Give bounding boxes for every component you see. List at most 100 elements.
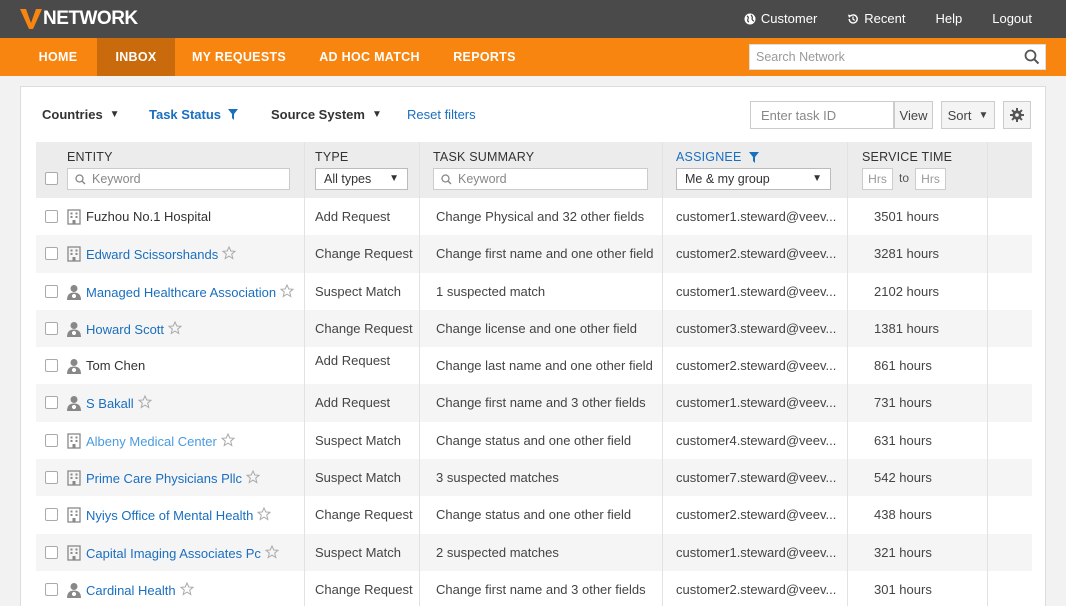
task-id-input[interactable] bbox=[751, 102, 891, 128]
customer-link[interactable]: Customer bbox=[744, 11, 817, 26]
row-checkbox[interactable] bbox=[45, 210, 58, 223]
tab-inbox[interactable]: INBOX bbox=[97, 38, 175, 76]
row-checkbox[interactable] bbox=[45, 582, 58, 596]
select-all-checkbox[interactable] bbox=[45, 172, 58, 185]
star-icon[interactable] bbox=[264, 544, 280, 562]
assignee-select[interactable]: Me & my group ▼ bbox=[676, 168, 831, 190]
table-row[interactable]: Capital Imaging Associates Pc Suspect Mat… bbox=[36, 533, 1032, 571]
service-time: 542 hours bbox=[874, 470, 932, 486]
task-assignee: customer1.steward@veev... bbox=[676, 209, 837, 224]
table-row[interactable]: S Bakall Add Request Change first name and… bbox=[36, 384, 1032, 422]
tab-my-requests[interactable]: MY REQUESTS bbox=[176, 38, 302, 76]
table-row[interactable]: Cardinal Health Change Request Change firs… bbox=[36, 570, 1032, 606]
tab-home[interactable]: HOME bbox=[20, 38, 96, 76]
row-checkbox[interactable] bbox=[45, 321, 58, 335]
service-time-min-input[interactable]: Hrs bbox=[862, 168, 893, 190]
column-divider bbox=[847, 198, 848, 236]
service-time: 3281 hours bbox=[874, 246, 940, 262]
summary-column-header[interactable]: TASK SUMMARY bbox=[433, 150, 534, 164]
column-divider bbox=[847, 459, 848, 497]
entity-name-text: Fuzhou No.1 Hospital bbox=[86, 209, 212, 224]
row-checkbox[interactable] bbox=[45, 545, 58, 559]
entity-name[interactable]: Albeny Medical Center bbox=[86, 432, 236, 450]
star-icon[interactable] bbox=[221, 246, 237, 263]
search-icon[interactable] bbox=[1024, 49, 1040, 65]
task-status-filter[interactable]: Task Status bbox=[149, 107, 239, 122]
logout-link[interactable]: Logout bbox=[992, 11, 1032, 26]
logout-label: Logout bbox=[992, 11, 1032, 26]
person-icon bbox=[66, 321, 82, 337]
star-icon[interactable] bbox=[220, 432, 236, 450]
table-row[interactable]: Howard Scott Change Request Change license… bbox=[36, 309, 1032, 348]
view-button[interactable]: View bbox=[894, 101, 933, 129]
table-row[interactable]: Fuzhou No.1 Hospital Add Request Change Ph… bbox=[36, 198, 1032, 236]
task-summary: Change status and one other field bbox=[436, 432, 632, 448]
recent-link[interactable]: Recent bbox=[847, 11, 905, 26]
service-time: 731 hours bbox=[874, 395, 932, 411]
type-select[interactable]: All types ▼ bbox=[315, 168, 408, 190]
column-divider bbox=[304, 384, 305, 422]
row-checkbox[interactable] bbox=[45, 471, 58, 485]
table-row[interactable]: Edward Scissorshands Change Request Change… bbox=[36, 235, 1032, 273]
star-icon[interactable] bbox=[245, 469, 261, 487]
row-checkbox[interactable] bbox=[45, 508, 58, 522]
task-assignee: customer1.steward@veev... bbox=[676, 544, 837, 560]
help-link[interactable]: Help bbox=[935, 11, 962, 26]
entity-name[interactable]: Managed Healthcare Association bbox=[86, 283, 295, 301]
table-row[interactable]: Prime Care Physicians Pllc Suspect Match 3… bbox=[36, 459, 1032, 497]
service-time: 438 hours bbox=[874, 507, 932, 523]
star-icon[interactable] bbox=[257, 507, 272, 524]
entity-name-text: Cardinal Health bbox=[86, 582, 176, 598]
star-icon[interactable] bbox=[279, 283, 295, 301]
source-system-filter[interactable]: Source System ▼ bbox=[271, 107, 382, 122]
entity-name[interactable]: Nyiys Office of Mental Health bbox=[86, 507, 272, 524]
tab-reports[interactable]: REPORTS bbox=[437, 38, 532, 76]
task-type: Suspect Match bbox=[315, 544, 401, 560]
table-row[interactable]: Nyiys Office of Mental Health Change Requ… bbox=[36, 496, 1032, 534]
tab-ad-hoc-match[interactable]: AD HOC MATCH bbox=[303, 38, 436, 76]
star-icon[interactable] bbox=[137, 395, 152, 412]
task-assignee: customer2.steward@veev... bbox=[676, 581, 837, 597]
assignee-column-header[interactable]: ASSIGNEE bbox=[676, 150, 759, 164]
task-summary: Change first name and 3 other fields bbox=[436, 395, 646, 411]
row-checkbox[interactable] bbox=[45, 396, 58, 410]
countries-filter[interactable]: Countries ▼ bbox=[42, 107, 120, 122]
task-summary: Change license and one other field bbox=[436, 320, 637, 336]
entity-name: Tom Chen bbox=[86, 358, 145, 373]
service-time-column-header[interactable]: SERVICE TIME bbox=[862, 150, 952, 164]
summary-keyword-input[interactable]: Keyword bbox=[433, 168, 648, 190]
row-checkbox[interactable] bbox=[45, 247, 58, 261]
column-divider bbox=[419, 570, 420, 606]
reset-filters-link[interactable]: Reset filters bbox=[407, 107, 476, 122]
row-checkbox[interactable] bbox=[45, 284, 58, 298]
entity-column-header[interactable]: ENTITY bbox=[67, 150, 113, 164]
entity-keyword-input[interactable]: Keyword bbox=[67, 168, 290, 190]
entity-name[interactable]: Prime Care Physicians Pllc bbox=[86, 469, 261, 487]
task-status-label: Task Status bbox=[149, 107, 222, 122]
task-type: Add Request bbox=[315, 395, 391, 411]
task-assignee: customer2.steward@veev... bbox=[676, 358, 837, 374]
entity-name[interactable]: Edward Scissorshands bbox=[86, 246, 237, 263]
person-icon bbox=[66, 395, 82, 412]
star-icon[interactable] bbox=[179, 581, 194, 599]
star-icon[interactable] bbox=[167, 320, 183, 338]
entity-name[interactable]: Cardinal Health bbox=[86, 581, 194, 599]
row-checkbox[interactable] bbox=[45, 433, 58, 447]
search-input[interactable] bbox=[750, 45, 1010, 69]
entity-name[interactable]: Capital Imaging Associates Pc bbox=[86, 544, 280, 562]
sort-button[interactable]: Sort ▼ bbox=[941, 101, 995, 129]
service-time-max-input[interactable]: Hrs bbox=[915, 168, 946, 190]
type-column-header[interactable]: TYPE bbox=[315, 150, 348, 164]
table-row[interactable]: Managed Healthcare Association Suspect Ma… bbox=[36, 272, 1032, 310]
column-divider bbox=[847, 309, 848, 348]
countries-label: Countries bbox=[42, 107, 103, 122]
table-row[interactable]: Tom Chen Add Request Change last name and … bbox=[36, 347, 1032, 385]
table-row[interactable]: Albeny Medical Center Suspect Match Change… bbox=[36, 421, 1032, 460]
entity-name[interactable]: Howard Scott bbox=[86, 320, 183, 338]
entity-name[interactable]: S Bakall bbox=[86, 395, 152, 412]
column-divider bbox=[419, 459, 420, 497]
settings-button[interactable] bbox=[1003, 101, 1031, 129]
row-checkbox[interactable] bbox=[45, 359, 58, 373]
network-logo[interactable]: NETWORK bbox=[20, 8, 138, 30]
service-time: 2102 hours bbox=[874, 283, 940, 299]
